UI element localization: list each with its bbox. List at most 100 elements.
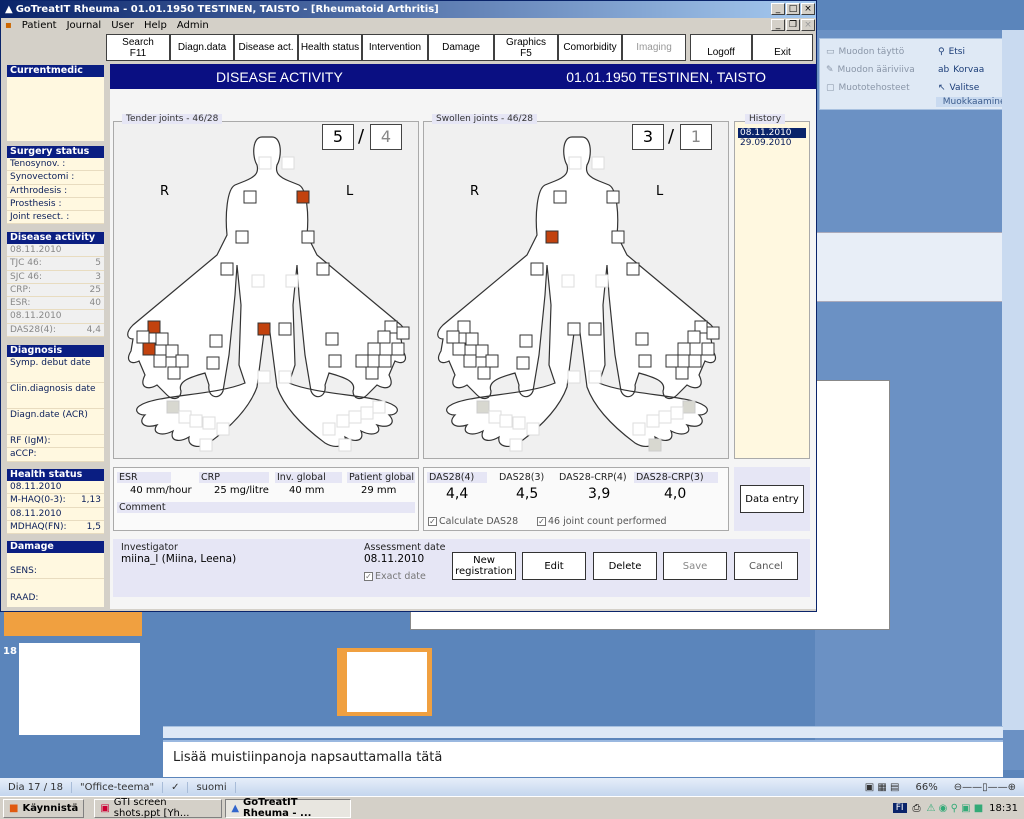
nav-comorbidity[interactable]: Comorbidity bbox=[558, 34, 622, 61]
swollen-joint-35[interactable] bbox=[488, 410, 502, 424]
swollen-joint-19[interactable] bbox=[463, 354, 477, 368]
tender-joint-14[interactable] bbox=[147, 320, 161, 334]
patient-global-value[interactable]: 29 mm bbox=[361, 485, 396, 496]
menu-patient[interactable]: Patient bbox=[22, 20, 57, 31]
swollen-joint-21[interactable] bbox=[477, 366, 491, 380]
child-close-button[interactable]: × bbox=[801, 19, 815, 31]
health-status-section[interactable]: Health status 08.11.2010 M-HAQ(0-3): 1,13… bbox=[7, 469, 104, 535]
tender-joint-25[interactable] bbox=[328, 354, 342, 368]
swollen-joint-7[interactable] bbox=[626, 262, 640, 276]
nav-health-status[interactable]: Health status bbox=[298, 34, 362, 61]
maximize-button[interactable]: □ bbox=[786, 3, 800, 15]
start-button[interactable]: ■ Käynnistä bbox=[3, 798, 85, 818]
nav-graphics[interactable]: Graphics F5 bbox=[494, 34, 558, 61]
crp-value[interactable]: 25 mg/litre bbox=[214, 485, 269, 496]
tender-joint-10[interactable] bbox=[257, 322, 271, 336]
close-button[interactable]: × bbox=[801, 3, 815, 15]
assessment-date[interactable]: 08.11.2010 bbox=[364, 553, 424, 565]
swollen-joint-25[interactable] bbox=[638, 354, 652, 368]
swollen-joint-37[interactable] bbox=[512, 416, 526, 430]
slide-thumb-17[interactable] bbox=[4, 608, 142, 636]
logoff-button[interactable]: Logoff bbox=[690, 34, 752, 61]
swollen-joint-15[interactable] bbox=[446, 330, 460, 344]
swollen-joint-30[interactable] bbox=[677, 342, 691, 356]
swollen-joint-8[interactable] bbox=[561, 274, 575, 288]
tender-joint-12[interactable] bbox=[257, 370, 271, 384]
tender-joint-42[interactable] bbox=[348, 410, 362, 424]
swollen-joint-40[interactable] bbox=[682, 400, 696, 414]
swollen-joint-1[interactable] bbox=[591, 156, 605, 170]
ribbon-shape-effects[interactable]: ▢ Muototehosteet bbox=[826, 79, 936, 97]
swollen-joint-33[interactable] bbox=[675, 366, 689, 380]
swollen-joints-diagram[interactable] bbox=[424, 122, 730, 460]
horizontal-scrollbar[interactable] bbox=[163, 726, 1003, 738]
notes-pane[interactable]: Lisää muistiinpanoja napsauttamalla tätä bbox=[163, 740, 1003, 777]
child-restore-button[interactable]: ❐ bbox=[786, 19, 800, 31]
disease-activity-section[interactable]: Disease activity 08.11.2010 TJC 46: 5 SJC… bbox=[7, 232, 104, 338]
swollen-joint-0[interactable] bbox=[568, 156, 582, 170]
ribbon-shape-outline[interactable]: ✎ Muodon ääriviiva bbox=[826, 61, 936, 79]
tender-joint-38[interactable] bbox=[216, 422, 230, 436]
swollen-joint-10[interactable] bbox=[567, 322, 581, 336]
swollen-joint-17[interactable] bbox=[452, 342, 466, 356]
tender-joint-37[interactable] bbox=[202, 416, 216, 430]
tender-joint-28[interactable] bbox=[377, 330, 391, 344]
swollen-joint-3[interactable] bbox=[606, 190, 620, 204]
tender-joint-39[interactable] bbox=[199, 438, 213, 452]
swollen-joint-45[interactable] bbox=[648, 438, 662, 452]
swollen-joint-2[interactable] bbox=[553, 190, 567, 204]
data-entry-button[interactable]: Data entry bbox=[740, 485, 804, 513]
swollen-joint-44[interactable] bbox=[632, 422, 646, 436]
tender-joint-5[interactable] bbox=[301, 230, 315, 244]
tender-joint-20[interactable] bbox=[175, 354, 189, 368]
tender-joint-3[interactable] bbox=[296, 190, 310, 204]
swollen-joint-36[interactable] bbox=[499, 414, 513, 428]
tender-joint-32[interactable] bbox=[355, 354, 369, 368]
tender-joint-23[interactable] bbox=[206, 356, 220, 370]
joint-count-checkbox[interactable]: ✓ 46 joint count performed bbox=[537, 516, 667, 527]
swollen-joint-23[interactable] bbox=[516, 356, 530, 370]
zoom-slider[interactable]: ⊖——▯——⊕ bbox=[946, 782, 1024, 793]
swollen-joint-4[interactable] bbox=[545, 230, 559, 244]
tender-joint-11[interactable] bbox=[278, 322, 292, 336]
swollen-joint-39[interactable] bbox=[509, 438, 523, 452]
history-list[interactable]: History 08.11.2010 29.09.2010 bbox=[734, 114, 810, 459]
exit-button[interactable]: Exit bbox=[752, 34, 813, 61]
save-button[interactable]: Save bbox=[663, 552, 727, 580]
swollen-joint-43[interactable] bbox=[646, 414, 660, 428]
swollen-joint-24[interactable] bbox=[635, 332, 649, 346]
tender-joint-1[interactable] bbox=[281, 156, 295, 170]
printer-icon[interactable]: ⎙ bbox=[913, 803, 921, 814]
nav-diagn-data[interactable]: Diagn.data bbox=[170, 34, 234, 61]
swollen-joint-20[interactable] bbox=[485, 354, 499, 368]
tender-joint-4[interactable] bbox=[235, 230, 249, 244]
tender-joint-27[interactable] bbox=[396, 326, 410, 340]
tender-joint-15[interactable] bbox=[136, 330, 150, 344]
swollen-joint-12[interactable] bbox=[567, 370, 581, 384]
swollen-joint-13[interactable] bbox=[588, 370, 602, 384]
tender-joint-45[interactable] bbox=[338, 438, 352, 452]
tender-joints-diagram[interactable] bbox=[114, 122, 420, 460]
ribbon-shape-fill[interactable]: ▭ Muodon täyttö bbox=[826, 43, 936, 61]
tender-joint-41[interactable] bbox=[360, 406, 374, 420]
calculate-das28-checkbox[interactable]: ✓ Calculate DAS28 bbox=[428, 516, 518, 527]
menu-journal[interactable]: Journal bbox=[67, 20, 102, 31]
taskbar-item-ppt[interactable]: ▣ GTI screen shots.ppt [Yh... bbox=[94, 797, 223, 819]
comment-field[interactable] bbox=[117, 515, 415, 527]
tray-icons[interactable]: ⚠ ◉ ⚲ ▣ ■ bbox=[927, 803, 984, 814]
swollen-joint-32[interactable] bbox=[665, 354, 679, 368]
tender-joint-34[interactable] bbox=[166, 400, 180, 414]
tender-joint-17[interactable] bbox=[142, 342, 156, 356]
tender-joint-8[interactable] bbox=[251, 274, 265, 288]
swollen-joint-41[interactable] bbox=[670, 406, 684, 420]
tender-joint-22[interactable] bbox=[209, 334, 223, 348]
delete-button[interactable]: Delete bbox=[593, 552, 657, 580]
menu-admin[interactable]: Admin bbox=[177, 20, 209, 31]
swollen-joint-5[interactable] bbox=[611, 230, 625, 244]
tender-joint-2[interactable] bbox=[243, 190, 257, 204]
tender-joint-36[interactable] bbox=[189, 414, 203, 428]
damage-section[interactable]: Damage SENS: RAAD: bbox=[7, 541, 104, 607]
tender-joint-43[interactable] bbox=[336, 414, 350, 428]
tender-joint-35[interactable] bbox=[178, 410, 192, 424]
child-minimize-button[interactable]: _ bbox=[771, 19, 785, 31]
